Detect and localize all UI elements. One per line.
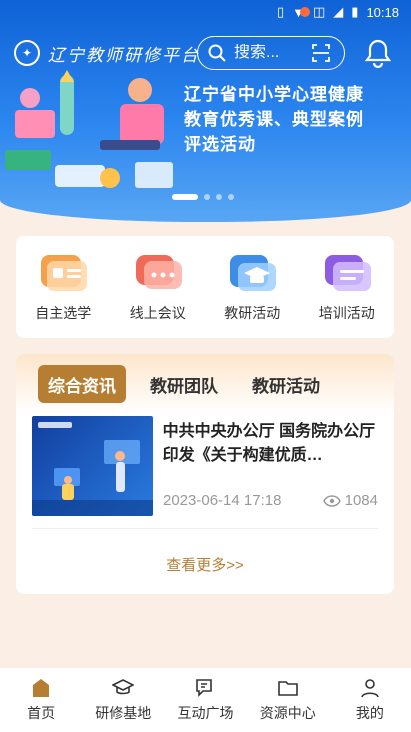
tab-research-team[interactable]: 教研团队	[140, 365, 228, 403]
nav-label: 首页	[27, 705, 56, 721]
folder-icon	[277, 681, 298, 696]
banner-line-3: 评选活动	[184, 135, 256, 154]
nav-label: 互动广场	[177, 705, 234, 721]
quick-entry-training-activity[interactable]: 培训活动	[302, 251, 392, 323]
app-logo: ✦ 辽宁教师研修平台	[14, 40, 200, 66]
quick-entry-label: 线上会议	[129, 305, 186, 321]
banner-illustration	[5, 70, 173, 188]
logo-text: 辽宁教师研修平台	[48, 45, 200, 66]
no-sim-icon: ◫	[313, 4, 326, 19]
chat-icon	[195, 679, 212, 697]
banner-line-1: 辽宁省中小学心理健康	[184, 85, 364, 104]
bell-icon[interactable]	[364, 38, 392, 68]
thumbnail-illustration	[32, 422, 153, 516]
article-meta: 2023-06-14 17:18 1084	[163, 492, 378, 509]
carousel-dot	[204, 194, 210, 200]
carousel-dot	[172, 194, 198, 200]
quick-entry-self-study[interactable]: 自主选学	[18, 251, 108, 323]
search-bar[interactable]	[197, 36, 345, 70]
quick-entry-card: 自主选学 线上会议 教研活动 培训活动	[16, 236, 394, 338]
scan-icon[interactable]	[312, 44, 330, 62]
id-card-icon	[41, 255, 88, 291]
bottom-nav: 首页 研修基地 互动广场 资源中心 我的	[0, 668, 411, 732]
graduation-cap-icon	[230, 255, 277, 291]
article-views: 1084	[322, 492, 378, 509]
news-article[interactable]: 中共中央办公厅 国务院办公厅印发《关于构建优质… 2023-06-14 17:1…	[32, 416, 378, 520]
news-tabs: 综合资讯 教研团队 教研活动	[16, 354, 394, 414]
nav-resource-center[interactable]: 资源中心	[247, 668, 329, 732]
battery-icon: ▮	[351, 4, 359, 19]
banner-title[interactable]: 辽宁省中小学心理健康 教育优秀课、典型案例 评选活动	[184, 82, 364, 157]
news-section: 综合资讯 教研团队 教研活动 中共中央办公厅 国务院办公厅印发《关于构建优质… …	[16, 354, 394, 594]
nav-home[interactable]: 首页	[0, 668, 82, 732]
chat-bubble-icon	[135, 255, 182, 289]
signal-icon: ◢	[333, 4, 344, 19]
carousel-indicator	[172, 194, 234, 200]
nav-mine[interactable]: 我的	[329, 668, 411, 732]
divider	[32, 528, 378, 529]
quick-entry-research-activity[interactable]: 教研活动	[207, 251, 297, 323]
tab-research-activity[interactable]: 教研活动	[242, 365, 330, 403]
status-time: 10:18	[366, 4, 399, 20]
nav-label: 资源中心	[259, 705, 316, 721]
article-view-count: 1084	[344, 492, 378, 509]
carousel-dot	[216, 194, 222, 200]
banner-line-2: 教育优秀课、典型案例	[184, 110, 364, 129]
home-icon	[33, 679, 50, 697]
view-more-link[interactable]: 查看更多>>	[16, 554, 394, 575]
quick-entry-label: 培训活动	[318, 305, 375, 321]
carousel-dot	[228, 194, 234, 200]
search-input[interactable]	[234, 44, 304, 62]
quick-entry-label: 教研活动	[224, 305, 281, 321]
tab-general-news[interactable]: 综合资讯	[38, 365, 126, 403]
mortarboard-icon	[112, 679, 135, 695]
article-thumbnail	[32, 416, 153, 516]
user-icon	[361, 679, 379, 698]
eye-icon	[322, 494, 341, 507]
nav-research-base[interactable]: 研修基地	[82, 668, 164, 732]
vibrate-icon: ▯	[276, 4, 285, 19]
quick-entry-label: 自主选学	[35, 305, 92, 321]
nav-label: 我的	[355, 705, 384, 721]
search-icon	[208, 44, 226, 62]
quick-entry-online-meeting[interactable]: 线上会议	[113, 251, 203, 323]
status-bar: ▯ ▼ ◫ ◢ ▮ 10:18	[0, 0, 411, 24]
nav-label: 研修基地	[95, 705, 152, 721]
article-date: 2023-06-14 17:18	[163, 492, 282, 509]
nav-interaction-square[interactable]: 互动广场	[164, 668, 246, 732]
header-banner[interactable]: ▯ ▼ ◫ ◢ ▮ 10:18 ✦ 辽宁教师研修平台 辽宁省中小学心理健康 教育…	[0, 0, 411, 222]
article-title: 中共中央办公厅 国务院办公厅印发《关于构建优质…	[162, 423, 376, 464]
notification-dot	[300, 7, 310, 17]
seal-icon: ✦	[14, 40, 40, 66]
message-board-icon	[324, 255, 371, 291]
